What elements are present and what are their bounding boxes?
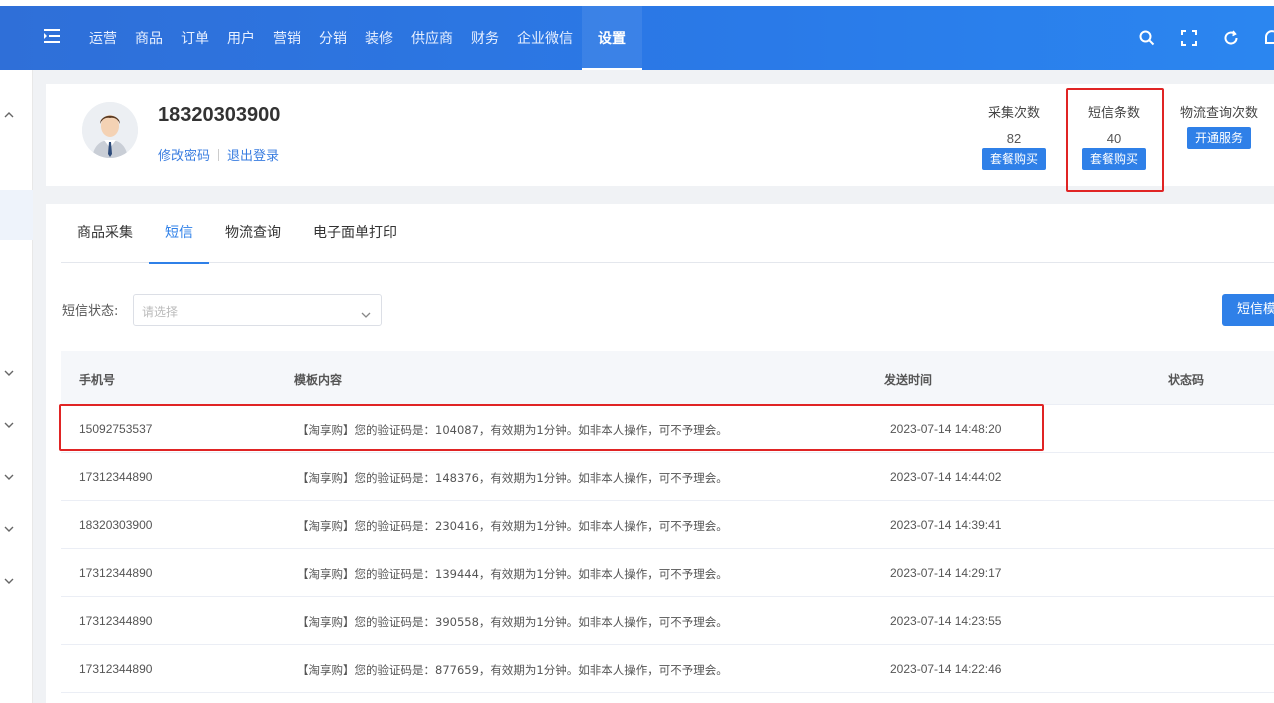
nav-item-settings[interactable]: 设置 [582, 6, 642, 70]
cell-phone: 17312344890 [79, 662, 153, 676]
tab-waybill-print[interactable]: 电子面单打印 [297, 204, 413, 263]
cell-content: 【淘享购】您的验证码是：230416，有效期为1分钟。如非本人操作，可不予理会。 [297, 519, 728, 533]
stat-collect-label: 采集次数 [988, 106, 1041, 121]
cell-content: 【淘享购】您的验证码是：139444，有效期为1分钟。如非本人操作，可不予理会。 [297, 567, 728, 581]
cell-phone: 17312344890 [79, 566, 153, 580]
logistics-open-button[interactable]: 开通服务 [1187, 127, 1252, 149]
sms-status-select[interactable]: 请选择 [133, 294, 382, 326]
nav-item-wecom[interactable]: 企业微信 [508, 6, 582, 70]
sidebar-selected-item[interactable] [0, 190, 33, 240]
sms-stat-highlight [1066, 88, 1164, 192]
nav-item-operations[interactable]: 运营 [80, 6, 126, 70]
table-row[interactable]: 17312344890 【淘享购】您的验证码是：148376，有效期为1分钟。如… [61, 453, 1274, 501]
tab-bar: 商品采集 短信 物流查询 电子面单打印 [61, 204, 1274, 264]
first-row-highlight [59, 404, 1044, 451]
link-divider [218, 148, 220, 161]
header-send-time: 发送时间 [884, 373, 933, 387]
logout-link[interactable]: 退出登录 [227, 145, 279, 164]
header-content: 模板内容 [294, 373, 343, 387]
sidebar [0, 70, 33, 703]
chevron-down-icon[interactable] [3, 572, 15, 584]
cell-time: 2023-07-14 14:39:41 [890, 518, 1002, 532]
nav-item-decoration[interactable]: 装修 [356, 6, 402, 70]
chevron-down-icon[interactable] [3, 416, 15, 428]
change-password-link[interactable]: 修改密码 [158, 145, 210, 164]
sms-status-label: 短信状态: [62, 304, 119, 319]
stat-collect-value: 82 [1006, 131, 1022, 146]
cell-content: 【淘享购】您的验证码是：877659，有效期为1分钟。如非本人操作，可不予理会。 [297, 663, 728, 677]
user-links: 修改密码 退出登录 [158, 145, 279, 164]
header-status-code: 状态码 [1168, 373, 1205, 387]
header-phone: 手机号 [79, 373, 116, 387]
cell-time: 2023-07-14 14:44:02 [890, 470, 1002, 484]
top-icon-group [1126, 6, 1274, 70]
top-nav-bar: 运营 商品 订单 用户 营销 分销 装修 供应商 财务 企业微信 设置 [0, 0, 1274, 70]
cell-content: 【淘享购】您的验证码是：390558，有效期为1分钟。如非本人操作，可不予理会。 [297, 615, 728, 629]
main-nav: 运营 商品 订单 用户 营销 分销 装修 供应商 财务 企业微信 设置 [80, 6, 642, 70]
nav-item-suppliers[interactable]: 供应商 [402, 6, 462, 70]
cell-phone: 17312344890 [79, 614, 153, 628]
search-icon[interactable] [1126, 18, 1168, 58]
table-row[interactable]: 18320303900 【淘享购】您的验证码是：230416，有效期为1分钟。如… [61, 501, 1274, 549]
nav-item-distribution[interactable]: 分销 [310, 6, 356, 70]
fullscreen-icon[interactable] [1168, 18, 1210, 58]
main-card: 商品采集 短信 物流查询 电子面单打印 短信状态: 请选择 短信模 手机号 模板… [46, 204, 1274, 703]
cell-time: 2023-07-14 14:29:17 [890, 566, 1002, 580]
chevron-down-icon[interactable] [3, 468, 15, 480]
nav-item-products[interactable]: 商品 [126, 6, 172, 70]
sms-table: 手机号 模板内容 发送时间 状态码 15092753537 【淘享购】您的验证码… [61, 351, 1274, 693]
cell-time: 2023-07-14 14:22:46 [890, 662, 1002, 676]
menu-fold-icon[interactable] [44, 28, 62, 44]
sms-status-placeholder: 请选择 [142, 305, 179, 319]
table-row[interactable]: 17312344890 【淘享购】您的验证码是：390558，有效期为1分钟。如… [61, 597, 1274, 645]
stat-logistics: 物流查询次数 开通服务 [1180, 102, 1258, 149]
cell-phone: 17312344890 [79, 470, 153, 484]
table-row[interactable]: 17312344890 【淘享购】您的验证码是：139444，有效期为1分钟。如… [61, 549, 1274, 597]
collect-buy-button[interactable]: 套餐购买 [982, 148, 1047, 170]
stat-collect: 采集次数 82 套餐购买 [982, 102, 1047, 170]
cell-content: 【淘享购】您的验证码是：148376，有效期为1分钟。如非本人操作，可不予理会。 [297, 471, 728, 485]
nav-item-users[interactable]: 用户 [218, 6, 264, 70]
chevron-down-icon[interactable] [3, 520, 15, 532]
table-header: 手机号 模板内容 发送时间 状态码 [61, 351, 1274, 405]
tab-sms[interactable]: 短信 [149, 204, 209, 264]
avatar [82, 102, 138, 158]
nav-item-finance[interactable]: 财务 [462, 6, 508, 70]
chevron-up-icon[interactable] [3, 106, 15, 118]
cell-time: 2023-07-14 14:23:55 [890, 614, 1002, 628]
refresh-icon[interactable] [1210, 18, 1252, 58]
tab-product-collect[interactable]: 商品采集 [61, 204, 149, 263]
nav-item-orders[interactable]: 订单 [172, 6, 218, 70]
username: 18320303900 [158, 104, 281, 126]
bell-icon[interactable] [1252, 18, 1274, 58]
table-row[interactable]: 17312344890 【淘享购】您的验证码是：877659，有效期为1分钟。如… [61, 645, 1274, 693]
tab-logistics[interactable]: 物流查询 [209, 204, 297, 263]
chevron-down-icon[interactable] [3, 364, 15, 376]
cell-phone: 18320303900 [79, 518, 153, 532]
sms-template-button[interactable]: 短信模 [1222, 294, 1274, 326]
nav-item-marketing[interactable]: 营销 [264, 6, 310, 70]
chevron-down-icon [361, 305, 371, 318]
stat-logistics-label: 物流查询次数 [1180, 106, 1259, 121]
